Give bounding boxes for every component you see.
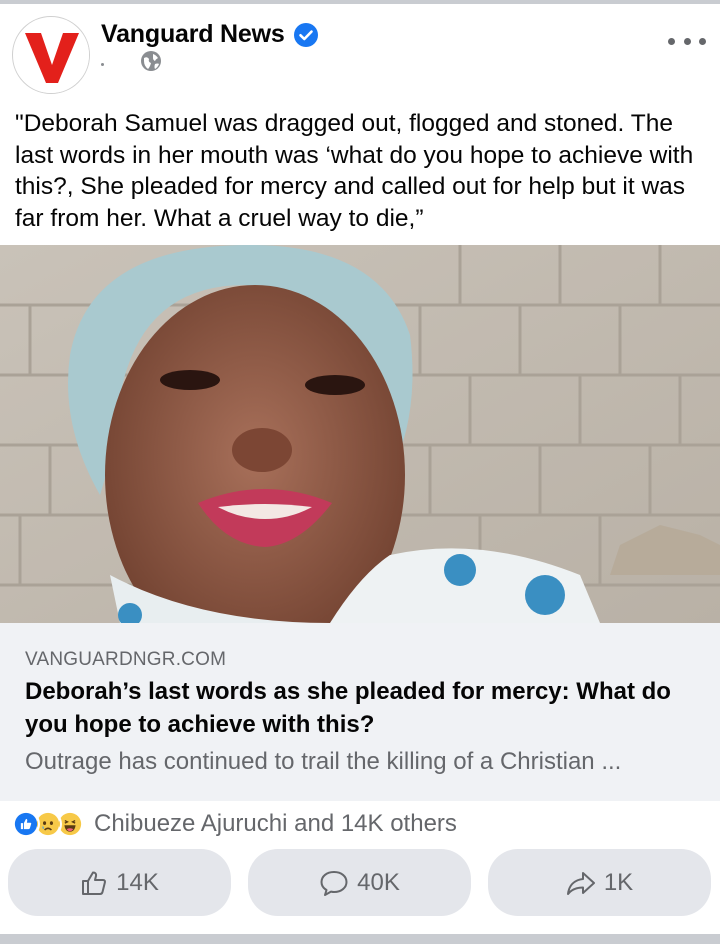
portrait-photo-icon	[0, 245, 720, 623]
post-caption: "Deborah Samuel was dragged out, flogged…	[15, 110, 694, 232]
more-dot	[683, 37, 691, 45]
more-dot	[668, 37, 675, 45]
page-avatar[interactable]	[12, 16, 90, 94]
verified-badge-icon	[293, 22, 318, 47]
more-dot	[699, 37, 706, 45]
share-button[interactable]: 1K	[488, 849, 711, 916]
post-header: Vanguard News	[0, 4, 720, 96]
post-photo[interactable]	[0, 245, 720, 623]
like-button[interactable]: 14K	[8, 849, 231, 916]
comment-button[interactable]: 40K	[248, 849, 471, 916]
like-icon	[12, 810, 40, 838]
globe-icon	[141, 51, 161, 71]
action-bar: 14K 40K 1K	[0, 849, 720, 919]
more-options-icon[interactable]	[668, 34, 706, 48]
page-name[interactable]: Vanguard News	[101, 20, 285, 49]
like-count: 14K	[116, 868, 159, 896]
link-preview[interactable]: VANGUARDNGR.COM Deborah’s last words as …	[0, 623, 720, 801]
vanguard-logo-icon	[14, 18, 89, 93]
comment-bubble-icon	[320, 870, 348, 896]
page-name-row: Vanguard News	[101, 20, 318, 49]
link-domain: VANGUARDNGR.COM	[25, 649, 227, 670]
reactions-summary[interactable]: Chibueze Ajuruchi and 14K others	[12, 806, 457, 842]
thumbs-up-icon	[82, 871, 107, 895]
link-description: Outrage has continued to trail the killi…	[25, 748, 622, 775]
reactions-label[interactable]: Chibueze Ajuruchi and 14K others	[94, 810, 457, 838]
share-arrow-icon	[566, 871, 595, 895]
comment-count: 40K	[357, 868, 400, 896]
reaction-icons	[12, 810, 84, 838]
share-count: 1K	[603, 868, 634, 896]
link-title[interactable]: Deborah’s last words as she pleaded for …	[25, 675, 695, 741]
bottom-divider	[0, 934, 720, 944]
meta-separator	[101, 62, 104, 66]
post-meta	[101, 50, 162, 72]
